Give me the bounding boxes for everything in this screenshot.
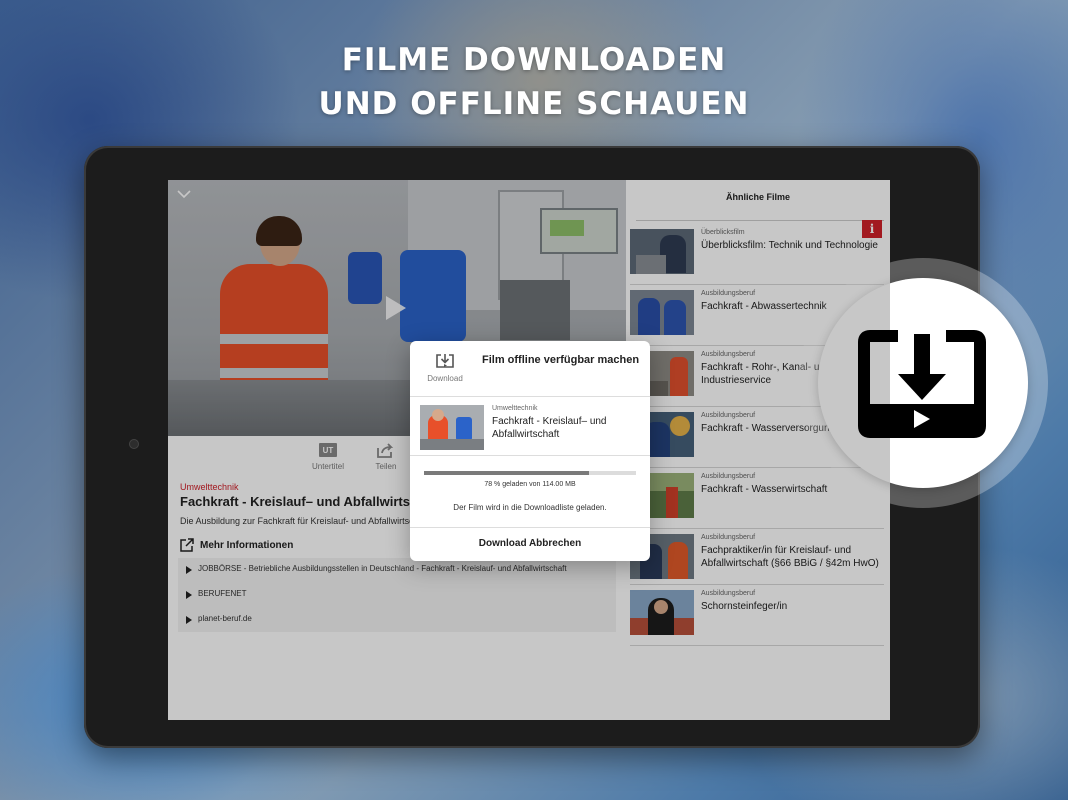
download-progress-bar [424,471,636,475]
camera-icon [129,439,139,449]
download-dialog-header: Download Film offline verfügbar machen [410,341,650,397]
download-icon [436,354,454,368]
download-dialog: Download Film offline verfügbar machen U… [410,341,650,561]
headline: FILME DOWNLOADEN UND OFFLINE SCHAUEN [0,38,1068,126]
download-progress-text: 78 % geladen von 114.00 MB [484,481,576,488]
download-progress-fill [424,471,590,475]
download-button[interactable]: Download [420,353,470,383]
download-film-info: Umwelttechnik Fachkraft - Kreislauf– und… [410,398,650,456]
download-dialog-title: Film offline verfügbar machen [482,354,640,366]
headline-line-2: UND OFFLINE SCHAUEN [318,86,750,122]
film-title: Fachkraft - Kreislauf– und Abfallwirtsch… [492,416,607,440]
cancel-download-button[interactable]: Download Abbrechen [410,538,650,549]
film-thumbnail [420,405,484,450]
download-label: Download [427,374,463,383]
headline-line-1: FILME DOWNLOADEN [341,42,727,78]
tablet-frame: UT Untertitel Teilen Umwelttechnik Fachk… [84,146,980,748]
film-category: Umwelttechnik [492,405,538,412]
app-screen: UT Untertitel Teilen Umwelttechnik Fachk… [168,180,890,720]
download-status-text: Der Film wird in die Downloadliste gelad… [453,503,607,512]
download-dialog-footer: Download Abbrechen [410,527,650,561]
